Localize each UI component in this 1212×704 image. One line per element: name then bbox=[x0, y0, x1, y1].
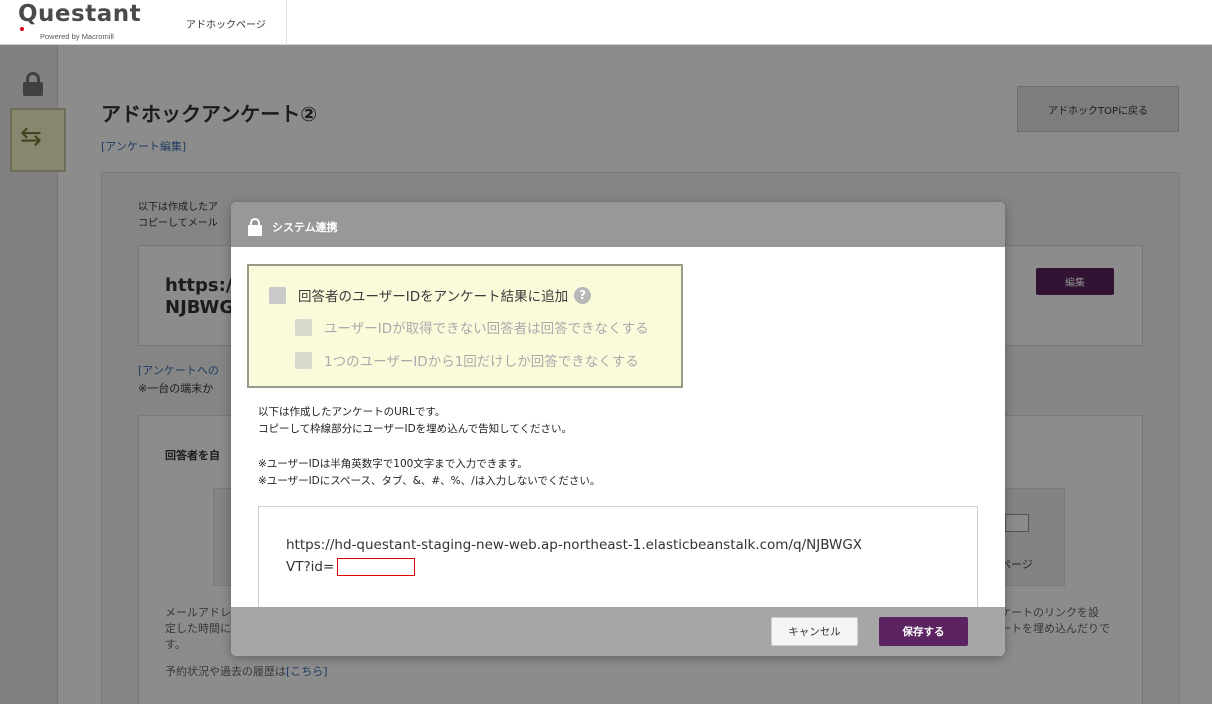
add-user-id-checkbox[interactable] bbox=[269, 286, 286, 304]
user-id-notes: ※ユーザーIDは半角英数字で100文字まで入力できます。 ※ユーザーIDにスペー… bbox=[258, 456, 600, 490]
desc-line-2: コピーして枠線部分にユーザーIDを埋め込んで告知してください。 bbox=[258, 423, 573, 435]
url-id-prefix: VT?id= bbox=[286, 559, 335, 575]
single-response-label: 1つのユーザーIDから1回だけしか回答できなくする bbox=[324, 354, 639, 370]
logo-wordmark: Questant bbox=[18, 1, 142, 27]
logo-subtitle: Powered by Macromill bbox=[40, 32, 114, 41]
single-response-checkbox[interactable] bbox=[295, 351, 312, 369]
system-integration-dialog: システム連携 回答者のユーザーIDをアンケート結果に追加 ? ユーザーIDが取得… bbox=[231, 202, 1005, 656]
desc-line-1: 以下は作成したアンケートのURLです。 bbox=[258, 406, 446, 418]
save-button[interactable]: 保存する bbox=[879, 617, 968, 646]
logo-dot bbox=[20, 27, 24, 31]
user-id-placeholder-frame bbox=[337, 558, 416, 576]
lock-icon bbox=[248, 218, 262, 236]
add-user-id-option[interactable]: 回答者のユーザーIDをアンケート結果に追加 ? bbox=[269, 285, 592, 305]
single-response-option[interactable]: 1つのユーザーIDから1回だけしか回答できなくする bbox=[295, 350, 639, 370]
header-divider bbox=[286, 0, 287, 45]
help-icon[interactable]: ? bbox=[574, 286, 592, 304]
survey-url-panel: https://hd-questant-staging-new-web.ap-n… bbox=[258, 506, 978, 610]
note-line-1: ※ユーザーIDは半角英数字で100文字まで入力できます。 bbox=[258, 458, 528, 470]
block-no-id-option[interactable]: ユーザーIDが取得できない回答者は回答できなくする bbox=[295, 317, 649, 337]
survey-url-line-1: https://hd-questant-staging-new-web.ap-n… bbox=[286, 537, 863, 553]
add-user-id-label: 回答者のユーザーIDをアンケート結果に追加 bbox=[298, 289, 569, 305]
questant-logo[interactable]: Questant Powered by Macromill bbox=[14, 1, 144, 43]
user-id-options: 回答者のユーザーIDをアンケート結果に追加 ? ユーザーIDが取得できない回答者… bbox=[247, 264, 683, 388]
note-line-2: ※ユーザーIDにスペース、タブ、&、#、%、/は入力しないでください。 bbox=[258, 475, 601, 487]
cancel-button[interactable]: キャンセル bbox=[771, 617, 858, 646]
header-page-label[interactable]: アドホックページ bbox=[186, 16, 266, 31]
dialog-header: システム連携 bbox=[231, 202, 1005, 247]
block-no-id-label: ユーザーIDが取得できない回答者は回答できなくする bbox=[324, 321, 649, 337]
url-description: 以下は作成したアンケートのURLです。 コピーして枠線部分にユーザーIDを埋め込… bbox=[258, 404, 572, 438]
block-no-id-checkbox[interactable] bbox=[295, 318, 312, 336]
survey-url-line-2: VT?id= bbox=[286, 558, 416, 576]
app-header: Questant Powered by Macromill アドホックページ bbox=[0, 0, 1212, 45]
dialog-footer: キャンセル 保存する bbox=[231, 607, 1005, 656]
dialog-title: システム連携 bbox=[272, 221, 338, 234]
